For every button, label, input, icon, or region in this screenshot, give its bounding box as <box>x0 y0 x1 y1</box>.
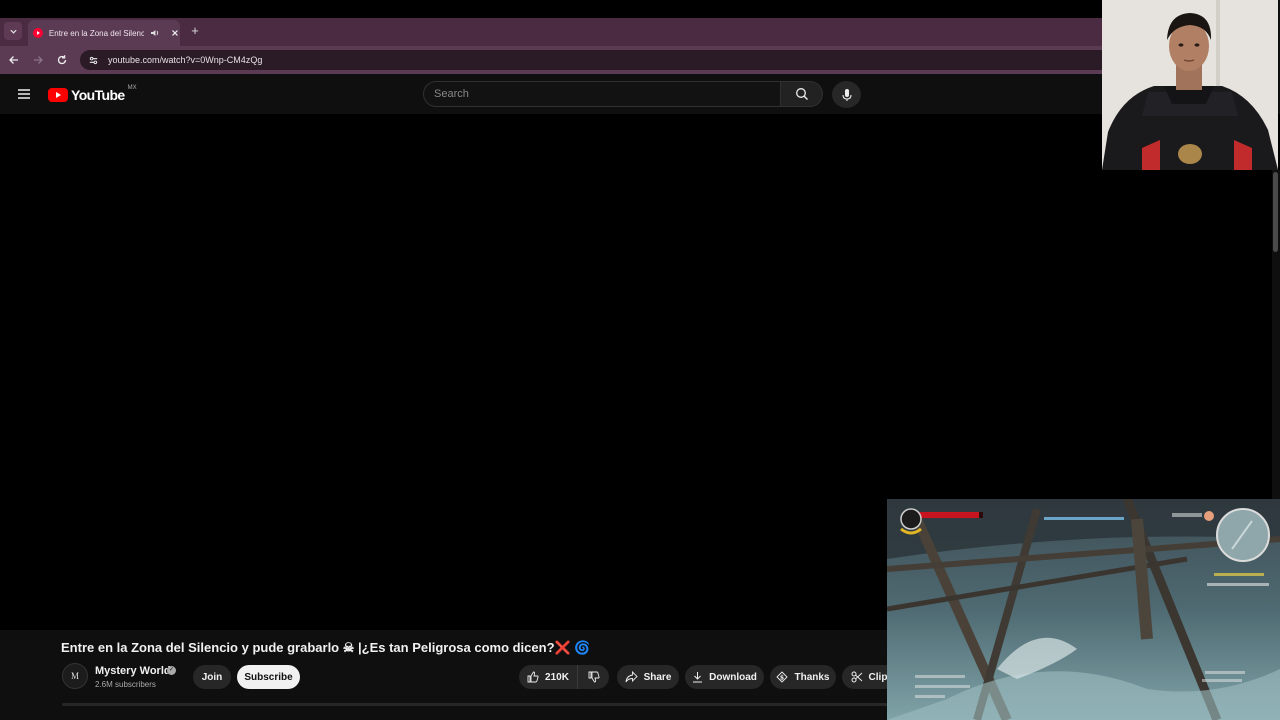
search-input[interactable] <box>434 88 780 100</box>
thanks-button[interactable]: $ Thanks <box>770 665 836 689</box>
thanks-label: Thanks <box>794 671 830 683</box>
reload-icon <box>57 55 67 65</box>
subscriber-count: 2.6M subscribers <box>95 680 156 689</box>
tab-title: Entre en la Zona del Silencio <box>48 28 145 38</box>
share-button[interactable]: Share <box>617 665 679 689</box>
window-top-strip <box>0 0 1102 18</box>
search-button[interactable] <box>781 81 823 107</box>
game-scene-image <box>887 499 1280 720</box>
share-icon <box>625 671 638 683</box>
video-title: Entre en la Zona del Silencio y pude gra… <box>61 640 591 655</box>
url-bar[interactable]: youtube.com/watch?v=0Wnp-CM4zQg <box>80 50 1102 70</box>
search-box[interactable] <box>423 81 781 107</box>
channel-avatar[interactable]: M <box>62 663 88 689</box>
dislike-icon <box>588 671 600 683</box>
back-button[interactable] <box>6 52 22 68</box>
url-text: youtube.com/watch?v=0Wnp-CM4zQg <box>108 55 263 65</box>
download-button[interactable]: Download <box>685 665 764 689</box>
voice-search-button[interactable] <box>832 81 861 108</box>
tab-list-icon <box>9 29 17 34</box>
webcam-person-image <box>1102 0 1278 170</box>
scissors-icon <box>851 671 862 683</box>
join-label: Join <box>201 671 223 683</box>
forward-icon <box>34 56 43 64</box>
subscribe-label: Subscribe <box>244 671 293 683</box>
menu-icon <box>18 89 30 99</box>
youtube-favicon-icon <box>33 28 43 38</box>
site-info-icon[interactable] <box>88 55 99 66</box>
browser-tab-active[interactable]: Entre en la Zona del Silencio <box>28 20 180 46</box>
mic-icon <box>841 88 852 101</box>
forward-button[interactable] <box>30 52 46 68</box>
game-footage-overlay <box>887 499 1280 720</box>
download-icon <box>693 672 703 683</box>
svg-text:$: $ <box>780 674 784 681</box>
like-button[interactable]: 210K <box>519 665 577 689</box>
menu-button[interactable] <box>16 86 32 102</box>
content-divider <box>62 703 892 706</box>
verified-check-icon: ✓ <box>167 666 176 675</box>
join-button[interactable]: Join <box>193 665 231 689</box>
like-count: 210K <box>545 671 569 683</box>
webcam-overlay <box>1102 0 1278 170</box>
scrollbar-thumb[interactable] <box>1273 172 1278 252</box>
clip-label: Clip <box>868 671 888 683</box>
reload-button[interactable] <box>54 52 70 68</box>
youtube-logo[interactable]: YouTube MX <box>48 85 137 103</box>
thanks-icon: $ <box>776 671 789 683</box>
new-tab-button[interactable]: + <box>188 23 202 39</box>
subscribe-button[interactable]: Subscribe <box>237 665 300 689</box>
youtube-logo-text: YouTube <box>71 87 125 103</box>
tab-list-button[interactable] <box>4 22 22 40</box>
back-icon <box>9 56 18 64</box>
download-label: Download <box>709 671 757 683</box>
youtube-play-icon <box>48 88 68 102</box>
speaker-icon[interactable] <box>150 28 160 38</box>
search-icon <box>795 88 808 100</box>
like-icon <box>527 671 539 683</box>
channel-name[interactable]: Mystery World <box>95 665 171 677</box>
country-code: MX <box>127 85 137 91</box>
dislike-button[interactable] <box>577 665 609 689</box>
share-label: Share <box>643 671 672 683</box>
close-icon[interactable] <box>170 28 180 38</box>
